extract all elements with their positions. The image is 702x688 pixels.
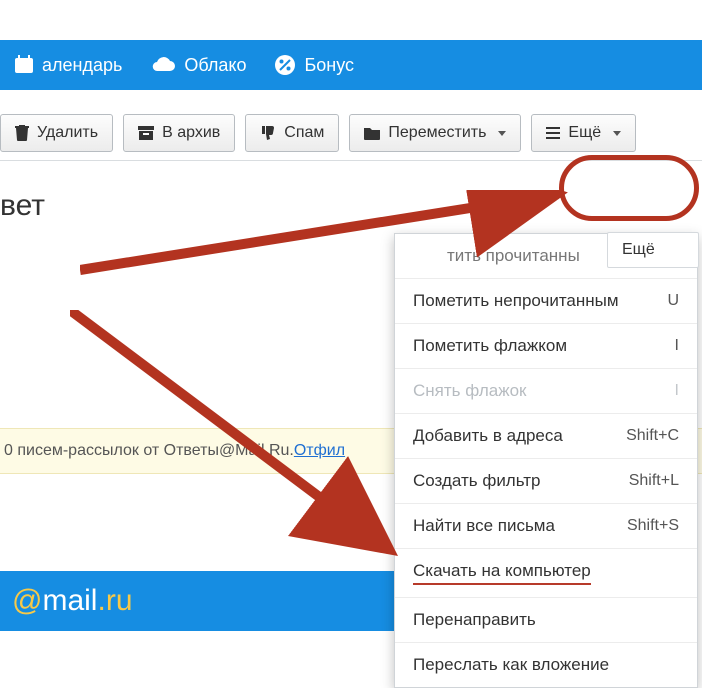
- chevron-down-icon: [613, 131, 621, 136]
- mail-toolbar: Удалить В архив Спам Переместить Ещё: [0, 114, 702, 161]
- menu-download[interactable]: Скачать на компьютер: [395, 548, 697, 597]
- more-tooltip-text: Ещё: [622, 241, 655, 259]
- more-dropdown: Пом тить прочитанны Пометить непрочитанн…: [394, 233, 698, 688]
- menu-mark-unread-label: Пометить непрочитанным: [413, 291, 619, 311]
- list-icon: [546, 127, 560, 139]
- spam-button[interactable]: Спам: [245, 114, 339, 152]
- mailru-logo-band: @ mail . ru: [0, 571, 400, 631]
- more-label: Ещё: [568, 124, 601, 142]
- calendar-icon: [14, 55, 34, 75]
- menu-unflag-label: Снять флажок: [413, 381, 527, 401]
- menu-flag-key: I: [675, 337, 679, 355]
- move-label: Переместить: [388, 124, 486, 142]
- percent-icon: [274, 54, 296, 76]
- more-tooltip: Ещё: [607, 232, 699, 268]
- menu-redirect-label: Перенаправить: [413, 610, 536, 630]
- chevron-down-icon: [498, 131, 506, 136]
- menu-flag[interactable]: Пометить флажком I: [395, 323, 697, 368]
- menu-unflag: Снять флажок I: [395, 368, 697, 413]
- spam-label: Спам: [284, 124, 324, 142]
- menu-flag-label: Пометить флажком: [413, 336, 567, 356]
- thumb-down-icon: [260, 125, 276, 141]
- menu-add-address[interactable]: Добавить в адреса Shift+C: [395, 413, 697, 458]
- archive-button[interactable]: В архив: [123, 114, 235, 152]
- menu-download-label: Скачать на компьютер: [413, 561, 591, 585]
- nav-calendar[interactable]: алендарь: [0, 55, 136, 76]
- logo-dot: .: [97, 584, 105, 618]
- nav-cloud[interactable]: Облако: [136, 55, 260, 76]
- more-button[interactable]: Ещё: [531, 114, 636, 152]
- info-text: 0 писем-рассылок от Ответы@Mail.Ru.: [4, 442, 294, 460]
- info-filter-link[interactable]: Отфил: [294, 442, 345, 460]
- delete-label: Удалить: [37, 124, 98, 142]
- archive-label: В архив: [162, 124, 220, 142]
- menu-forward-label: Переслать как вложение: [413, 655, 609, 675]
- menu-add-address-label: Добавить в адреса: [413, 426, 563, 446]
- menu-redirect[interactable]: Перенаправить: [395, 597, 697, 642]
- menu-unflag-key: I: [675, 382, 679, 400]
- folder-icon: [364, 126, 380, 140]
- menu-find-all-key: Shift+S: [627, 517, 679, 535]
- menu-mark-read-label-vis: тить прочитанны: [447, 246, 580, 266]
- menu-find-all-label: Найти все письма: [413, 516, 555, 536]
- logo-mail: mail: [42, 584, 97, 618]
- menu-create-filter-label: Создать фильтр: [413, 471, 541, 491]
- logo-ru: ru: [106, 584, 133, 618]
- top-navbar: алендарь Облако Бонус: [0, 40, 702, 90]
- menu-add-address-key: Shift+C: [626, 427, 679, 445]
- menu-find-all[interactable]: Найти все письма Shift+S: [395, 503, 697, 548]
- nav-cloud-label: Облако: [184, 55, 246, 76]
- nav-bonus-label: Бонус: [304, 55, 354, 76]
- nav-bonus[interactable]: Бонус: [260, 54, 368, 76]
- trash-icon: [15, 125, 29, 141]
- move-button[interactable]: Переместить: [349, 114, 521, 152]
- email-subject: вет: [0, 161, 702, 223]
- menu-mark-unread[interactable]: Пометить непрочитанным U: [395, 278, 697, 323]
- menu-create-filter-key: Shift+L: [629, 472, 679, 490]
- cloud-icon: [150, 55, 176, 75]
- archive-icon: [138, 126, 154, 140]
- delete-button[interactable]: Удалить: [0, 114, 113, 152]
- nav-calendar-label: алендарь: [42, 55, 122, 76]
- menu-forward-attachment[interactable]: Переслать как вложение: [395, 642, 697, 687]
- logo-at: @: [12, 584, 42, 618]
- menu-create-filter[interactable]: Создать фильтр Shift+L: [395, 458, 697, 503]
- menu-mark-unread-key: U: [667, 292, 679, 310]
